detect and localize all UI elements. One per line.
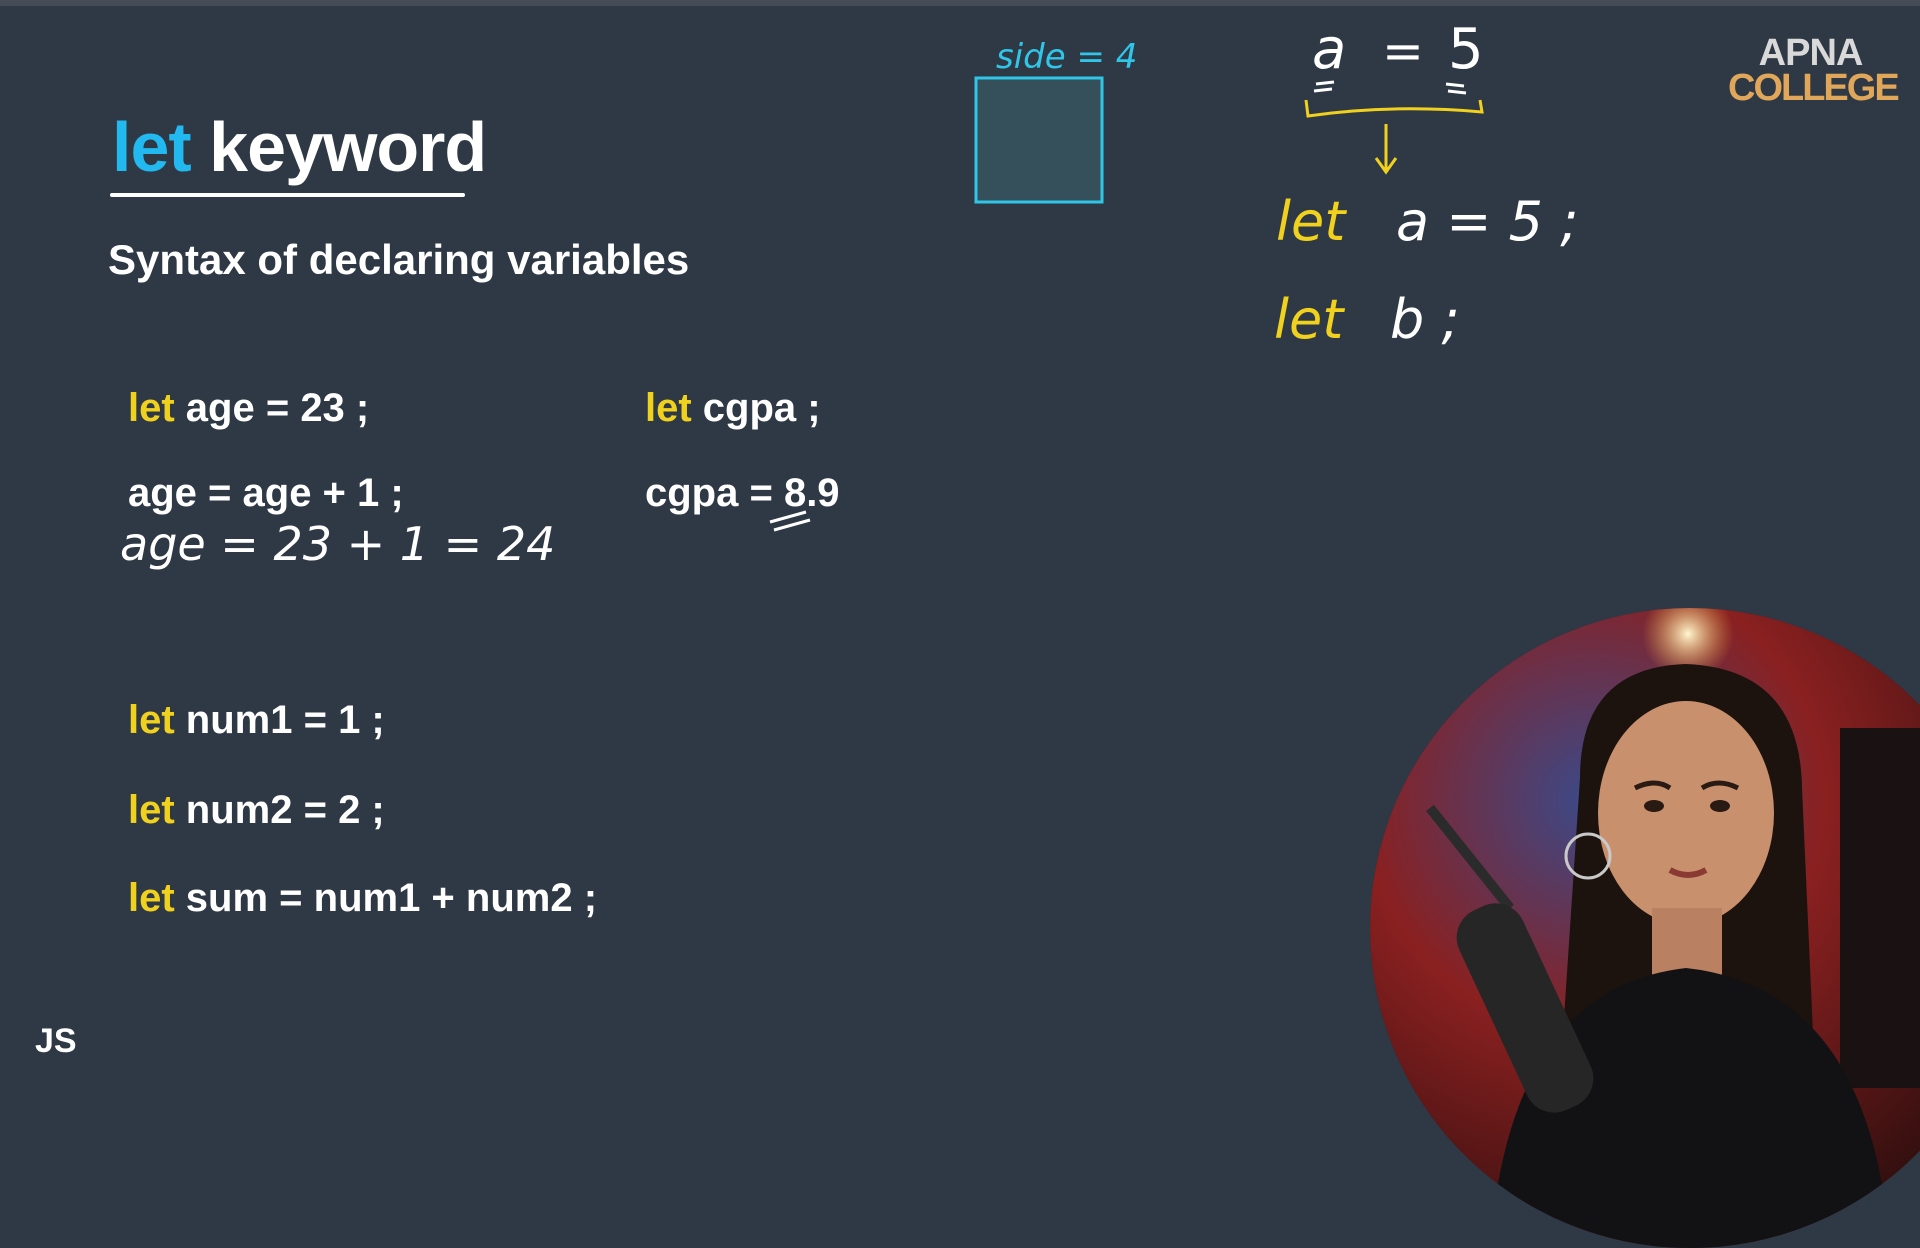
let-b-keyword: let — [1274, 288, 1345, 351]
eq-underlines — [1313, 80, 1467, 95]
age-calc-note: age = 23 + 1 = 24 — [120, 517, 555, 571]
chair-back — [1840, 728, 1920, 1088]
neck — [1652, 908, 1722, 978]
bracket-mark — [1304, 99, 1484, 118]
let-a-keyword: let — [1276, 190, 1347, 253]
box-label: side = 4 — [996, 37, 1137, 77]
left-eye — [1644, 800, 1664, 812]
right-eye — [1710, 800, 1730, 812]
eq-five: 5 — [1448, 17, 1484, 82]
underline-mark — [769, 510, 811, 532]
let-b-text: b ; — [1390, 288, 1460, 351]
eq-a: a — [1312, 17, 1346, 82]
eq-sign: = — [1382, 22, 1424, 80]
face — [1598, 701, 1774, 925]
variable-box — [974, 76, 1104, 204]
let-a-text: a = 5 ; — [1396, 190, 1578, 253]
arrow-down-icon — [1374, 124, 1398, 175]
